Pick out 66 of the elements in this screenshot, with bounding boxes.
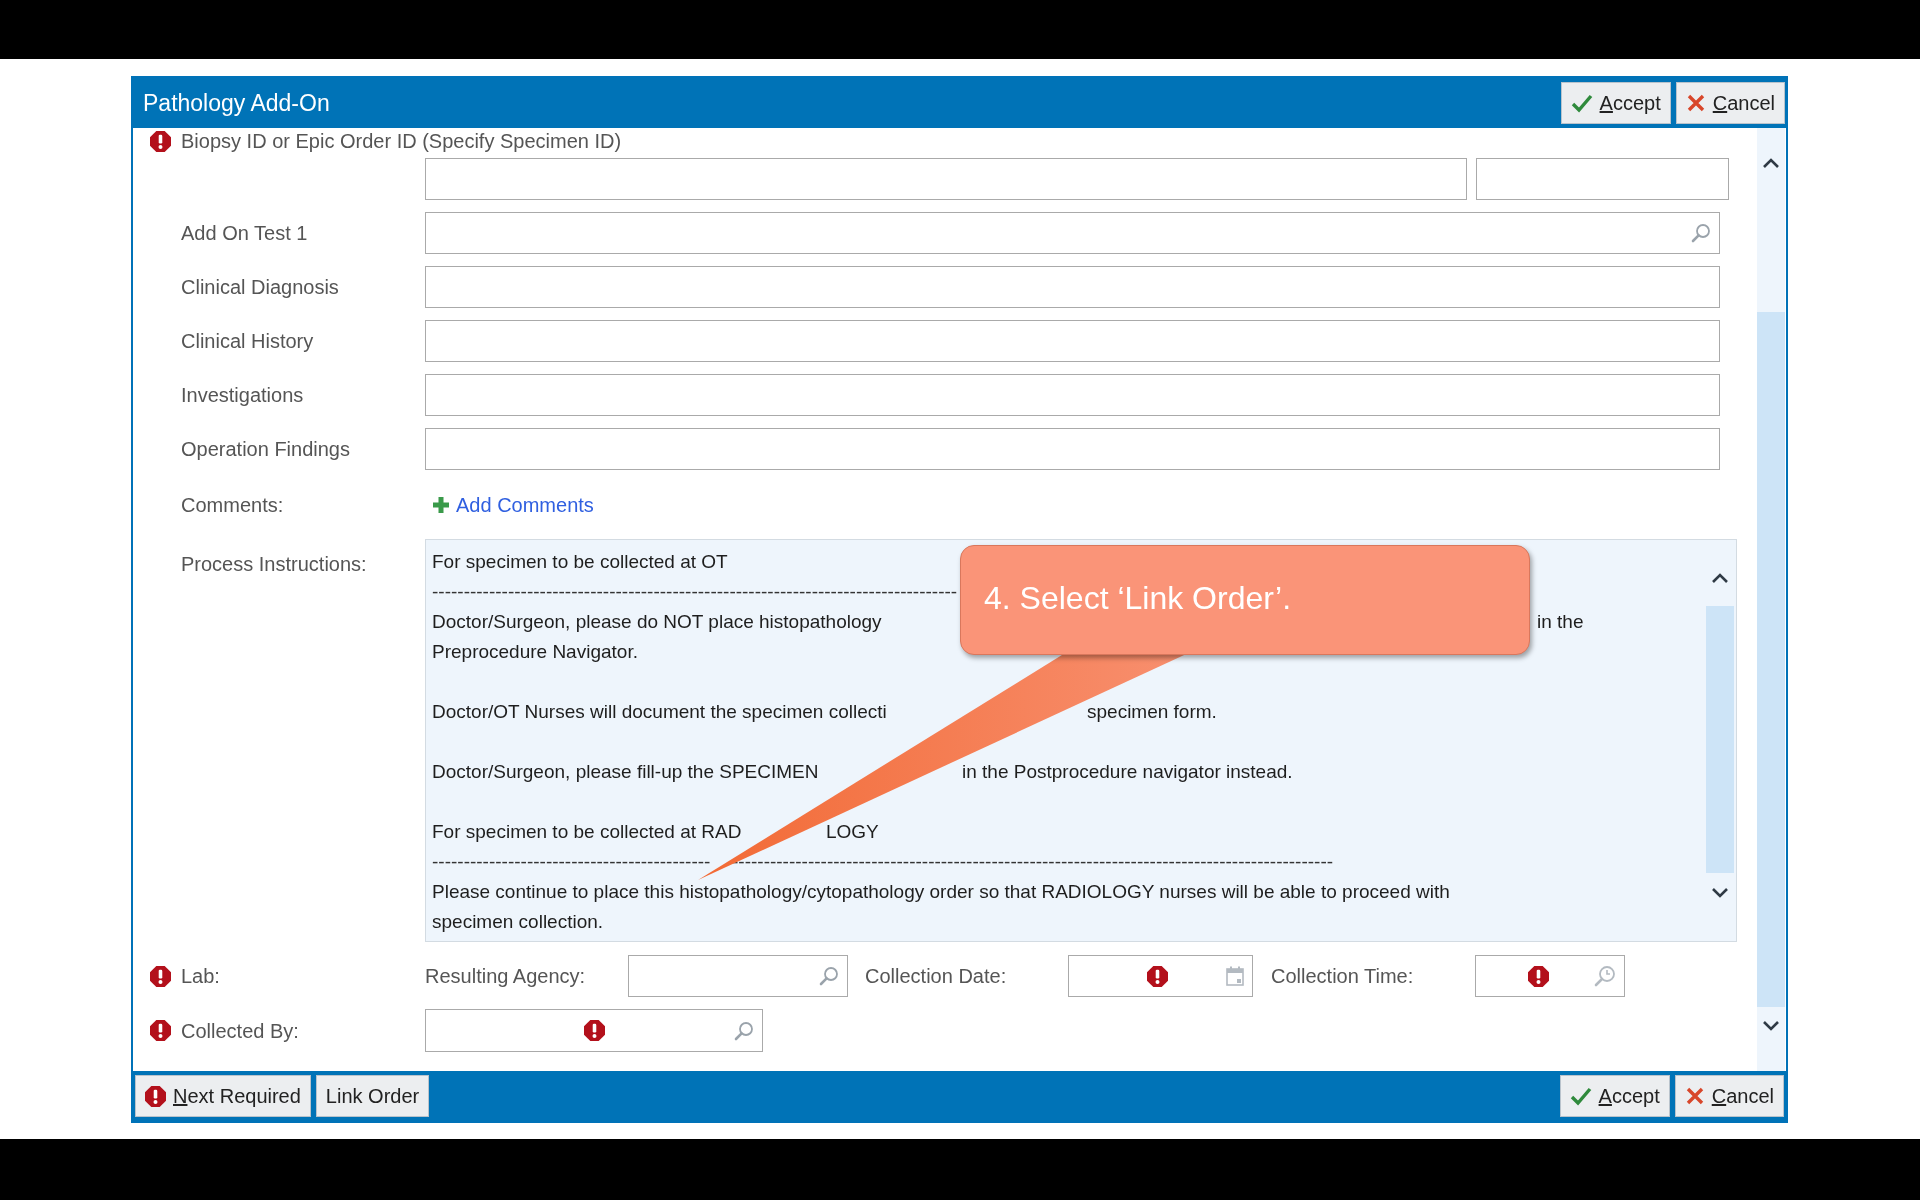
field-label: Collection Time: [1271, 964, 1415, 989]
search-field[interactable] [628, 955, 848, 997]
instruction-text: in the [1537, 610, 1584, 634]
calendar-icon[interactable] [1226, 966, 1244, 986]
search-icon[interactable] [734, 1020, 754, 1041]
search-field[interactable] [425, 212, 1720, 254]
field-label: Investigations [181, 383, 305, 408]
input-field[interactable] [425, 158, 1467, 200]
field-label: Lab: [181, 964, 221, 989]
instruction-text: Preprocedure Navigator. [432, 641, 638, 662]
field-label: Add On Test 1 [181, 221, 309, 246]
chevron-down-icon[interactable] [1711, 887, 1729, 899]
dashed-rule: -------------------------------------------- [432, 851, 711, 872]
window-title: Pathology Add-On [143, 88, 330, 118]
cancel-button[interactable]: Cancel [1675, 82, 1785, 124]
field-label: Collection Date: [865, 964, 1008, 989]
scrollbar-thumb[interactable] [1757, 312, 1785, 1007]
dashed-rule: ----------------------------------------------------------------------------------------------- [732, 850, 1334, 874]
chevron-up-icon[interactable] [1762, 157, 1780, 169]
input-field[interactable] [425, 428, 1720, 470]
instruction-text: For specimen to be collected at OT [432, 551, 728, 572]
field-label: Collected By: [181, 1018, 300, 1044]
field-label: Resulting Agency: [425, 964, 587, 989]
input-field[interactable] [425, 266, 1720, 308]
alert-icon [145, 1085, 166, 1107]
instruction-text: specimen collection. [432, 911, 604, 932]
instruction-text: Doctor/Surgeon, please do NOT place histopathology [432, 611, 882, 632]
field-label: Clinical History [181, 329, 315, 354]
clock-search-icon[interactable] [1594, 965, 1616, 987]
instruction-text: Please continue to place this histopathology/cytopathology order so that RADIOLOGY nurses will be able to proceed with [432, 881, 1450, 902]
dashed-rule: ----------------------------------------------------------------------------------- [432, 581, 958, 602]
instruction-text: Doctor/Surgeon, please fill-up the SPECIMEN [432, 761, 819, 782]
search-icon[interactable] [1691, 223, 1711, 243]
search-field[interactable] [425, 1009, 763, 1052]
accept-button[interactable]: Accept [1560, 82, 1671, 124]
instruction-text: LOGY [826, 820, 879, 844]
instruction-text: specimen form. [1087, 700, 1217, 724]
cancel-button[interactable]: Cancel [1674, 1075, 1784, 1117]
plus-icon [432, 496, 450, 514]
field-label: Comments: [181, 493, 285, 518]
checkmark-icon [1569, 1086, 1592, 1106]
scrollbar[interactable] [1757, 128, 1785, 1071]
field-label: Biopsy ID or Epic Order ID (Specify Specimen ID) [181, 129, 622, 154]
date-field[interactable] [1068, 955, 1253, 997]
field-label: Clinical Diagnosis [181, 275, 340, 300]
link-order-button[interactable]: Link Order [315, 1075, 430, 1117]
chevron-up-icon[interactable] [1711, 572, 1729, 584]
accept-button[interactable]: Accept [1559, 1075, 1670, 1117]
input-field[interactable] [425, 320, 1720, 362]
instruction-text: in the Postprocedure navigator instead. [962, 760, 1293, 784]
input-field[interactable] [425, 374, 1720, 416]
chevron-down-icon[interactable] [1762, 1020, 1780, 1032]
input-field[interactable] [1476, 158, 1729, 200]
scrollbar-thumb[interactable] [1706, 606, 1734, 873]
instruction-text: For specimen to be collected at RAD [432, 821, 742, 842]
next-required-button[interactable]: Next Required [135, 1075, 311, 1117]
checkmark-icon [1570, 93, 1593, 113]
field-label: Process Instructions: [181, 552, 368, 573]
add-comments-link[interactable]: Add Comments [456, 490, 594, 520]
search-icon[interactable] [819, 966, 839, 986]
instruction-text: Doctor/OT Nurses will document the specimen collecti [432, 701, 887, 722]
close-icon [1685, 93, 1706, 113]
field-label: Operation Findings [181, 437, 351, 462]
time-field[interactable] [1475, 955, 1625, 997]
close-icon [1684, 1086, 1705, 1106]
callout-text: 4. Select ‘Link Order’. [984, 579, 1292, 618]
